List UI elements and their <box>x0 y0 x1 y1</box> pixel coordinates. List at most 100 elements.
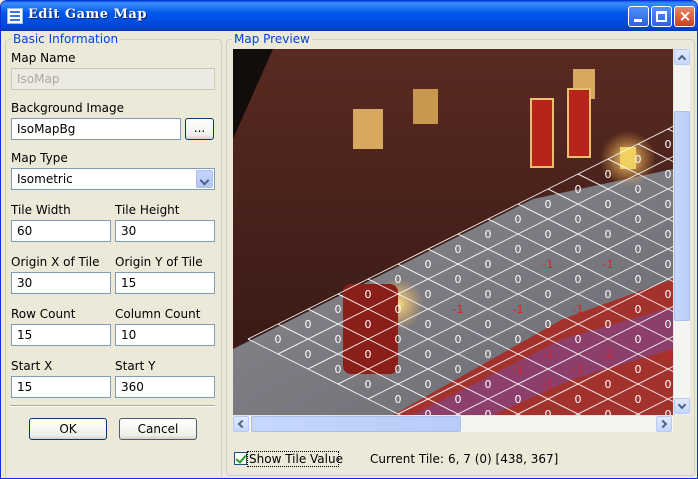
tile-value: 0 <box>545 198 552 211</box>
scroll-left-button[interactable] <box>233 416 249 432</box>
tile-value: 0 <box>305 318 312 331</box>
tile-value: 0 <box>455 243 462 256</box>
tile-value: 0 <box>425 288 432 301</box>
tile-value: 0 <box>365 348 372 361</box>
tile-value: 0 <box>455 273 462 286</box>
tile-value: 0 <box>635 213 642 226</box>
column-count-label: Column Count <box>115 307 201 321</box>
tile-value: 0 <box>575 333 582 346</box>
tile-value: 0 <box>665 408 672 415</box>
map-preview-image[interactable]: 0 0 0 0 0 0 0 0 0 0 0 0 0 0 0 0 0 0 0 0 0 0 0 0 0 0 -1 -1 0 0 0 0 -1 0 0 -1… <box>233 49 673 415</box>
tile-value: 0 <box>665 258 672 271</box>
tile-value: 0 <box>635 273 642 286</box>
tile-value: -1 <box>453 303 464 316</box>
scroll-right-button[interactable] <box>656 416 672 432</box>
close-button[interactable]: × <box>674 6 695 27</box>
map-type-select[interactable]: Isometric <box>11 168 215 190</box>
app-icon <box>7 8 23 24</box>
tile-value: 0 <box>485 408 492 415</box>
scroll-up-button[interactable] <box>674 49 690 65</box>
tile-value: 0 <box>605 378 612 391</box>
tile-value: 0 <box>575 183 582 196</box>
chevron-down-icon[interactable] <box>196 170 213 188</box>
tile-value: 0 <box>485 228 492 241</box>
tile-value: 0 <box>605 228 612 241</box>
vertical-scrollbar[interactable] <box>673 49 690 415</box>
ok-button[interactable]: OK <box>29 418 107 440</box>
tile-value: 0 <box>515 213 522 226</box>
divider <box>10 405 215 407</box>
tile-value: 0 <box>515 243 522 256</box>
start-y-label: Start Y <box>115 359 156 373</box>
row-count-label: Row Count <box>11 307 76 321</box>
start-y-field[interactable]: 360 <box>115 376 215 398</box>
tile-value: -1 <box>603 348 614 361</box>
maximize-button[interactable] <box>651 6 672 27</box>
tile-value: 0 <box>665 138 672 151</box>
hanging-sign <box>530 98 554 168</box>
tile-value: -1 <box>513 303 524 316</box>
tile-value: 0 <box>425 318 432 331</box>
minimize-button[interactable] <box>628 6 649 27</box>
scroll-down-button[interactable] <box>674 398 690 414</box>
row-count-field[interactable]: 15 <box>11 324 111 346</box>
vertical-scroll-thumb[interactable] <box>674 111 690 321</box>
tile-value: 0 <box>635 393 642 406</box>
horizontal-scrollbar[interactable] <box>233 415 673 432</box>
tile-value: 0 <box>635 153 642 166</box>
tile-value: 0 <box>545 408 552 415</box>
map-name-label: Map Name <box>11 51 76 65</box>
tile-value: 0 <box>635 363 642 376</box>
tile-value: 0 <box>485 348 492 361</box>
map-name-field: IsoMap <box>11 68 215 90</box>
tile-value: 0 <box>515 273 522 286</box>
origin-y-label: Origin Y of Tile <box>115 255 203 269</box>
origin-y-field[interactable]: 15 <box>115 272 215 294</box>
tile-value: 0 <box>395 363 402 376</box>
map-preview-canvas[interactable]: 0 0 0 0 0 0 0 0 0 0 0 0 0 0 0 0 0 0 0 0 0 0 0 0 0 0 -1 -1 0 0 0 0 -1 0 0 -1… <box>233 49 673 415</box>
tile-value: -1 <box>543 378 554 391</box>
column-count-field[interactable]: 10 <box>115 324 215 346</box>
tile-value: 0 <box>335 303 342 316</box>
tile-value: -1 <box>603 258 614 271</box>
hanging-sign <box>567 88 591 158</box>
tile-value: 0 <box>665 378 672 391</box>
tile-value: 0 <box>395 273 402 286</box>
map-type-value: Isometric <box>17 172 73 186</box>
tile-value: 0 <box>425 348 432 361</box>
tile-value: 0 <box>485 288 492 301</box>
cancel-button[interactable]: Cancel <box>119 418 197 440</box>
title-bar[interactable]: Edit Game Map × <box>1 1 697 31</box>
map-type-label: Map Type <box>11 151 68 165</box>
origin-x-label: Origin X of Tile <box>11 255 100 269</box>
horizontal-scroll-thumb[interactable] <box>251 416 461 432</box>
tile-value: 0 <box>425 258 432 271</box>
tile-value: 0 <box>365 378 372 391</box>
tile-value: 0 <box>575 243 582 256</box>
browse-background-button[interactable]: ... <box>185 118 214 140</box>
tile-value: 0 <box>515 333 522 346</box>
tile-value: 0 <box>635 183 642 196</box>
tile-value: 0 <box>395 303 402 316</box>
tile-value: 0 <box>395 393 402 406</box>
tile-value: 0 <box>605 318 612 331</box>
background-image-field[interactable]: IsoMapBg <box>11 118 181 140</box>
close-icon: × <box>678 7 692 25</box>
tile-width-field[interactable]: 60 <box>11 220 111 242</box>
window-light <box>413 89 438 124</box>
tile-value: 0 <box>425 378 432 391</box>
tile-value: 0 <box>665 168 672 181</box>
tile-value: 0 <box>455 333 462 346</box>
tile-value: 0 <box>605 288 612 301</box>
origin-x-field[interactable]: 30 <box>11 272 111 294</box>
start-x-field[interactable]: 15 <box>11 376 111 398</box>
tile-value: 0 <box>425 408 432 415</box>
tile-value: 0 <box>485 378 492 391</box>
tile-value: 0 <box>665 228 672 241</box>
tile-value: 0 <box>545 228 552 241</box>
show-tile-value-label[interactable]: Show Tile Value <box>249 452 343 466</box>
tile-value: 0 <box>605 168 612 181</box>
tile-height-field[interactable]: 30 <box>115 220 215 242</box>
tile-value: -1 <box>543 348 554 361</box>
show-tile-value-checkbox[interactable] <box>234 452 247 465</box>
